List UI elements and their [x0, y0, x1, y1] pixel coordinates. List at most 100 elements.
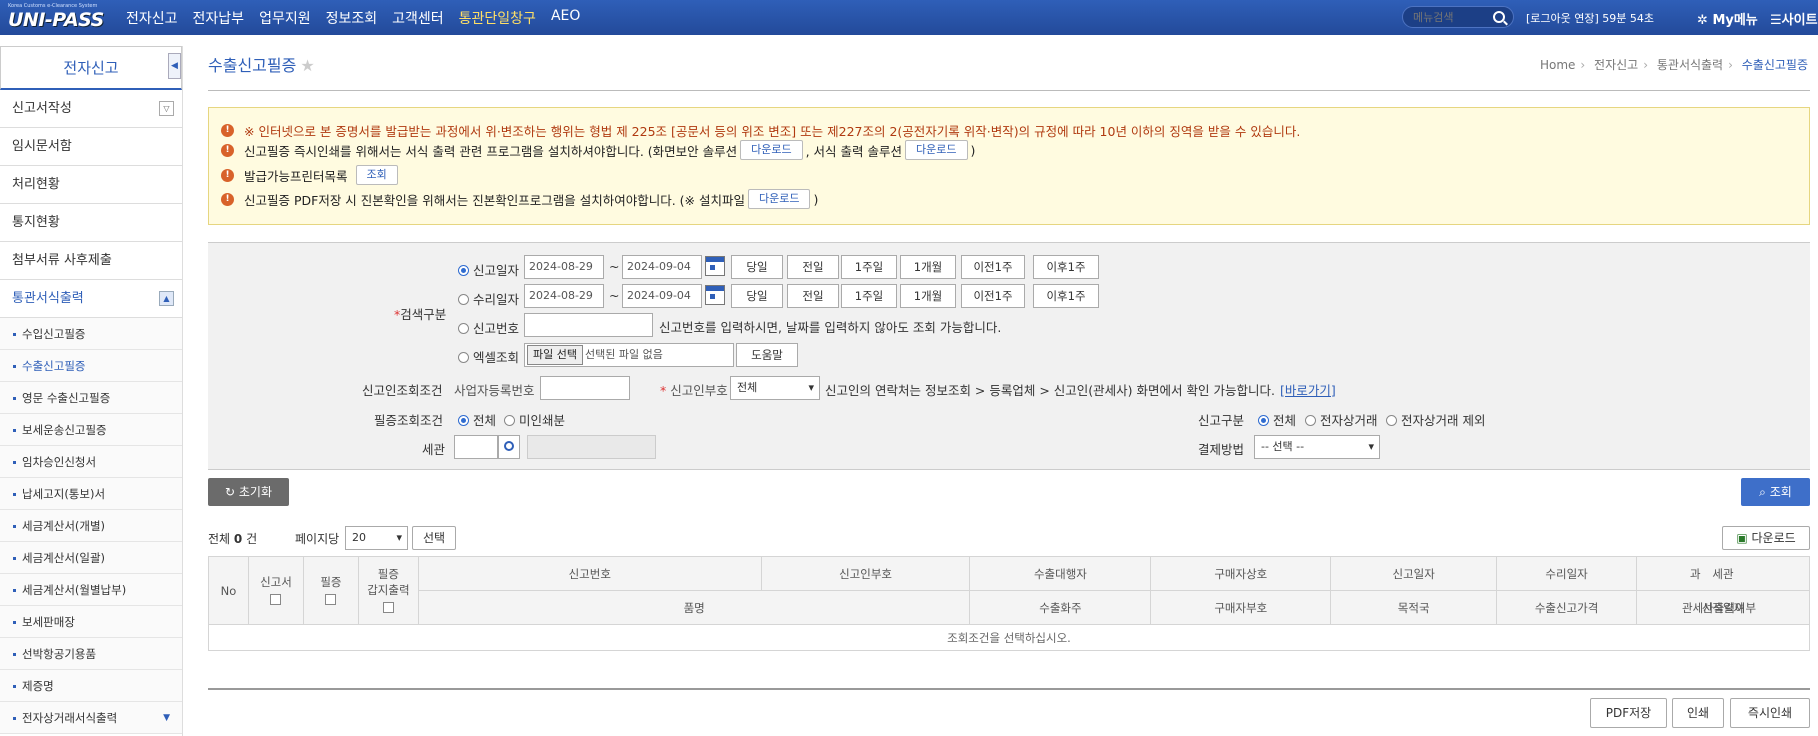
quick-today-button[interactable]: 당일	[731, 284, 783, 308]
download-label: 다운로드	[1751, 531, 1796, 545]
search-icon	[504, 441, 514, 451]
sidebar-item-attach[interactable]: 첨부서류 사후제출	[0, 242, 182, 280]
sidebar-sub-invoice-monthly[interactable]: 세금계산서(월별납부)	[0, 574, 182, 606]
logout-extend-link[interactable]: [로그아웃 연장] 59분 54초	[1526, 10, 1654, 26]
decl-type-exclude-ecom-radio[interactable]: 전자상거래 제외	[1386, 410, 1485, 429]
tilde: ~	[609, 259, 620, 274]
printer-list-inquiry-button[interactable]: 조회	[355, 165, 398, 185]
breadcrumb-level1[interactable]: 전자신고	[1594, 58, 1638, 72]
star-icon[interactable]: ★	[300, 56, 314, 75]
accept-date-from[interactable]: 2024-08-29	[524, 284, 604, 308]
menu-work-support[interactable]: 업무지원	[259, 8, 311, 28]
col-decl: 신고서	[247, 556, 304, 625]
decl-no-radio[interactable]: 신고번호	[458, 318, 519, 337]
quick-yesterday-button[interactable]: 전일	[787, 284, 839, 308]
cert-all-radio[interactable]: 전체	[458, 410, 496, 429]
menu-info-inquiry[interactable]: 정보조회	[326, 8, 378, 28]
decl-type-ecom-radio[interactable]: 전자상거래	[1305, 410, 1378, 429]
sidebar-item-temp[interactable]: 임시문서함	[0, 128, 182, 166]
payment-method-select[interactable]: -- 선택 --	[1254, 435, 1380, 459]
reset-button[interactable]: ↻ 초기화	[208, 478, 289, 506]
download-screen-security-button[interactable]: 다운로드	[740, 140, 803, 160]
sidebar-sub-ship-supplies[interactable]: 선박항공기용품	[0, 638, 182, 670]
sidebar-sub-certificate[interactable]: 제증명	[0, 670, 182, 702]
cert-select-all-checkbox[interactable]	[325, 593, 337, 605]
chevron-up-icon[interactable]: ▲	[159, 291, 174, 306]
quick-month-button[interactable]: 1개월	[900, 255, 956, 279]
sidebar-item-forms[interactable]: 통관서식출력 ▲	[0, 280, 182, 318]
menu-search-input[interactable]	[1413, 10, 1487, 24]
decl-date-radio[interactable]: 신고일자	[458, 260, 519, 279]
col-item-name: 품명	[417, 590, 971, 625]
decl-date-from[interactable]: 2024-08-29	[524, 255, 604, 279]
my-menu-link[interactable]: ✲ My메뉴	[1697, 9, 1758, 28]
sidebar-sub-import-cert[interactable]: 수입신고필증	[0, 318, 182, 350]
sidebar-sub-export-cert[interactable]: 수출신고필증	[0, 350, 182, 382]
breadcrumb-home[interactable]: Home	[1540, 58, 1575, 72]
accept-date-radio[interactable]: 수리일자	[458, 289, 519, 308]
sidebar-item-notice[interactable]: 통지현황	[0, 204, 182, 242]
breadcrumb-level2[interactable]: 통관서식출력	[1657, 58, 1723, 72]
excel-radio[interactable]: 엑셀조회	[458, 347, 519, 366]
per-page-apply-button[interactable]: 선택	[412, 526, 456, 550]
quick-prev-week-button[interactable]: 이전1주	[961, 255, 1025, 279]
quick-next-week-button[interactable]: 이후1주	[1033, 255, 1099, 279]
print-button[interactable]: 인쇄	[1672, 698, 1724, 728]
quick-month-button[interactable]: 1개월	[900, 284, 956, 308]
decl-no-input[interactable]	[524, 313, 653, 337]
search-button[interactable]: ⌕ 조회	[1741, 478, 1810, 506]
decl-date-to[interactable]: 2024-09-04	[622, 255, 702, 279]
menu-customer-center[interactable]: 고객센터	[392, 8, 444, 28]
sidebar-collapse-icon[interactable]: ◀	[168, 53, 181, 79]
unipass-logo[interactable]: Korea Customs e-Clearance System UNI-PAS…	[0, 0, 110, 35]
goto-link[interactable]: [바로가기]	[1280, 380, 1336, 399]
decl-type-label: 신고구분	[1198, 413, 1245, 428]
sidebar-sub-lease-approval[interactable]: 임차승인신청서	[0, 446, 182, 478]
quick-today-button[interactable]: 당일	[731, 255, 783, 279]
sidebar-sub-en-export-cert[interactable]: 영문 수출신고필증	[0, 382, 182, 414]
excel-download-button[interactable]: ▣ 다운로드	[1722, 526, 1810, 550]
calendar-icon[interactable]	[705, 256, 725, 276]
decl-select-all-checkbox[interactable]	[270, 593, 282, 605]
help-button[interactable]: 도움말	[736, 343, 798, 367]
quick-week-button[interactable]: 1주일	[841, 284, 897, 308]
sidebar-item-status[interactable]: 처리현황	[0, 166, 182, 204]
biz-no-input[interactable]	[540, 376, 630, 400]
download-verify-program-button[interactable]: 다운로드	[747, 189, 811, 209]
pdf-save-button[interactable]: PDF저장	[1590, 698, 1667, 728]
sidebar-sub-invoice-single[interactable]: 세금계산서(개별)	[0, 510, 182, 542]
customs-search-button[interactable]	[498, 435, 520, 459]
download-form-output-button[interactable]: 다운로드	[905, 140, 968, 160]
accept-date-to[interactable]: 2024-09-04	[622, 284, 702, 308]
menu-e-payment[interactable]: 전자납부	[193, 8, 245, 28]
sidebar-sub-bonded-transport[interactable]: 보세운송신고필증	[0, 414, 182, 446]
menu-aeo[interactable]: AEO	[551, 8, 580, 28]
sitemap-link[interactable]: ☰사이트	[1770, 9, 1818, 28]
cert-unprinted-radio[interactable]: 미인쇄분	[504, 410, 565, 429]
search-icon[interactable]	[1493, 11, 1505, 23]
sidebar-sub-bonded-store[interactable]: 보세판매장	[0, 606, 182, 638]
cert-first-select-all-checkbox[interactable]	[382, 601, 394, 613]
sidebar-sub-ecommerce-forms[interactable]: 전자상거래서식출력 ▼	[0, 702, 182, 734]
customs-code-input[interactable]	[454, 435, 498, 459]
quick-prev-week-button[interactable]: 이전1주	[961, 284, 1025, 308]
calendar-icon[interactable]	[705, 285, 725, 305]
declarant-select[interactable]: 전체	[730, 376, 820, 400]
customs-name-output	[527, 435, 656, 459]
quick-next-week-button[interactable]: 이후1주	[1033, 284, 1099, 308]
declarant-condition-label: 신고인조회조건	[362, 383, 443, 398]
sidebar-item-write[interactable]: 신고서작성 ▽	[0, 90, 182, 128]
file-chooser[interactable]: 파일 선택 선택된 파일 없음	[524, 343, 734, 367]
menu-e-declaration[interactable]: 전자신고	[126, 8, 178, 28]
sidebar-sub-tax-notice[interactable]: 납세고지(통보)서	[0, 478, 182, 510]
menu-single-window[interactable]: 통관단일창구	[459, 8, 536, 28]
sidebar-item-label: 전자상거래서식출력	[22, 711, 118, 725]
sidebar-sub-invoice-bulk[interactable]: 세금계산서(일괄)	[0, 542, 182, 574]
file-select-button[interactable]: 파일 선택	[527, 345, 583, 365]
decl-type-all-radio[interactable]: 전체	[1258, 410, 1296, 429]
instant-print-button[interactable]: 즉시인쇄	[1730, 698, 1810, 728]
quick-week-button[interactable]: 1주일	[841, 255, 897, 279]
per-page-select[interactable]: 20	[345, 526, 408, 550]
chevron-down-icon[interactable]: ▽	[159, 101, 174, 116]
quick-yesterday-button[interactable]: 전일	[787, 255, 839, 279]
